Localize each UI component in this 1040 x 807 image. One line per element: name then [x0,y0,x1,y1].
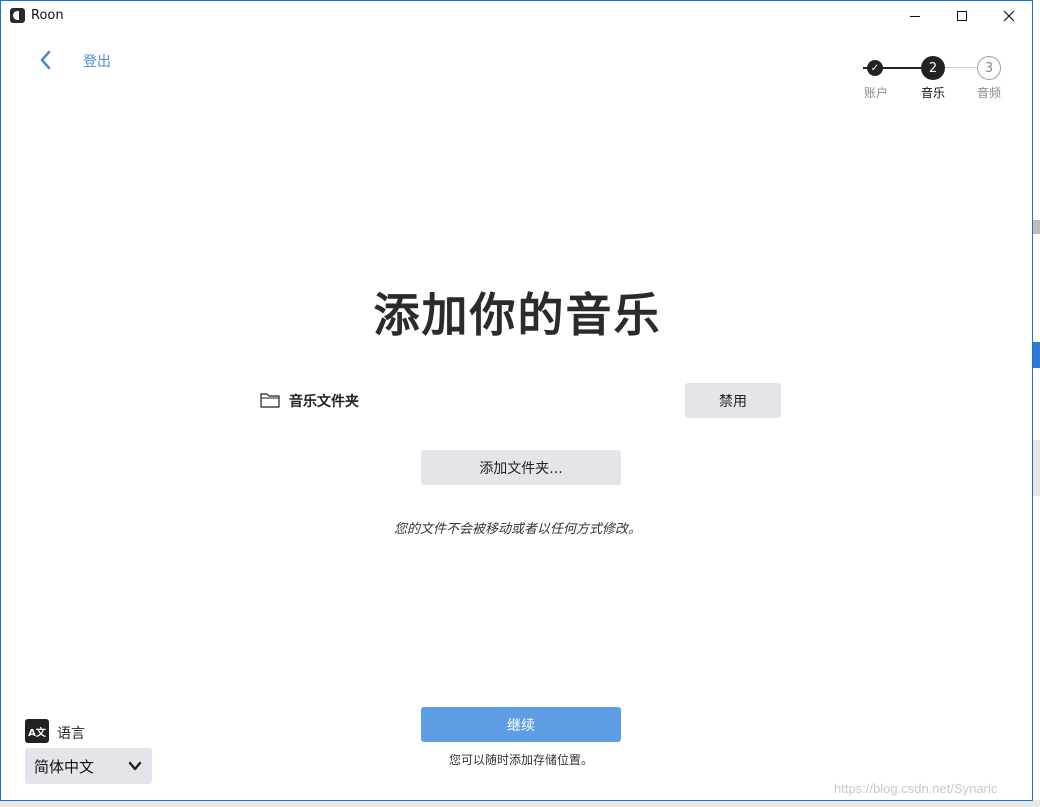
close-icon [1003,10,1015,22]
background-window-strip [1032,0,1040,807]
close-button[interactable] [986,1,1032,31]
minimize-button[interactable] [892,1,938,31]
language-selected-value: 简体中文 [34,758,95,776]
background-strip [0,800,1040,807]
language-select[interactable]: 简体中文 [25,748,152,784]
step-music-label: 音乐 [920,86,945,100]
chevron-down-icon [128,761,142,771]
step-audio-marker: 3 [977,56,1001,80]
app-title: Roon [31,8,64,23]
folder-icon [260,393,280,408]
language-label: 语言 [57,726,85,742]
step-music-marker: 2 [921,56,945,80]
maximize-icon [957,11,967,21]
step-account-check-icon: ✓ [867,60,883,76]
background-block [1032,220,1040,234]
language-icon: A文 [25,719,49,743]
background-block [1032,342,1040,368]
disable-folder-button[interactable]: 禁用 [685,383,781,418]
title-bar[interactable]: Roon [1,1,1032,31]
add-folder-button[interactable]: 添加文件夹... [421,450,621,485]
files-unchanged-note: 您的文件不会被移动或者以任何方式修改。 [393,522,641,537]
continue-note: 您可以随时添加存储位置。 [448,753,593,767]
maximize-button[interactable] [939,1,985,31]
music-folder-label: 音乐文件夹 [289,394,359,410]
watermark: https://blog.csdn.net/Synaric [834,781,998,796]
step-audio-label: 音频 [976,86,1001,100]
logout-link[interactable]: 登出 [83,51,111,71]
background-block [1032,440,1040,496]
minimize-icon [910,15,920,17]
continue-button[interactable]: 继续 [421,707,621,742]
setup-stepper: ✓ 2 3 账户 音乐 音频 [861,56,1011,106]
roon-logo-icon [10,8,25,23]
app-window: Roon 登出 ✓ 2 3 账户 音乐 音频 添加你的音乐 音乐文件夹 禁用 添… [0,0,1033,801]
page-title: 添加你的音乐 [373,288,662,342]
step-account-label: 账户 [863,86,888,100]
back-chevron-icon[interactable] [34,48,58,72]
